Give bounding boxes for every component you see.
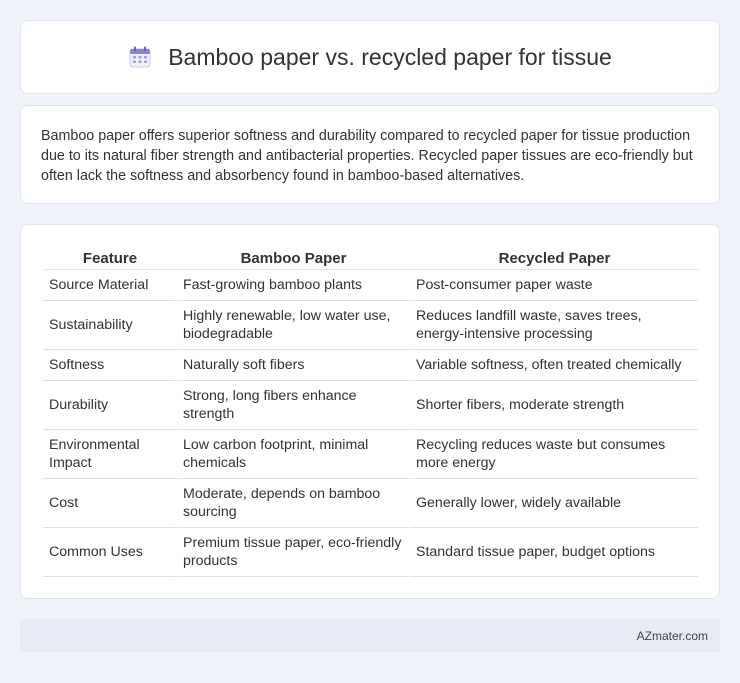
- title-card: Bamboo paper vs. recycled paper for tiss…: [20, 20, 720, 94]
- table-row: Durability Strong, long fibers enhance s…: [43, 381, 699, 430]
- table-row: Softness Naturally soft fibers Variable …: [43, 350, 699, 381]
- recycled-cell: Standard tissue paper, budget options: [410, 528, 699, 577]
- bamboo-cell: Highly renewable, low water use, biodegr…: [177, 301, 410, 350]
- table-row: Common Uses Premium tissue paper, eco-fr…: [43, 528, 699, 577]
- table-header-row: Feature Bamboo Paper Recycled Paper: [43, 245, 699, 270]
- comparison-table: Feature Bamboo Paper Recycled Paper Sour…: [43, 245, 699, 577]
- column-header-bamboo: Bamboo Paper: [177, 245, 410, 270]
- bamboo-cell: Fast-growing bamboo plants: [177, 270, 410, 301]
- feature-cell: Source Material: [43, 270, 177, 301]
- recycled-cell: Variable softness, often treated chemica…: [410, 350, 699, 381]
- bamboo-cell: Low carbon footprint, minimal chemicals: [177, 430, 410, 479]
- table-row: Sustainability Highly renewable, low wat…: [43, 301, 699, 350]
- summary-card: Bamboo paper offers superior softness an…: [20, 105, 720, 204]
- table-row: Environmental Impact Low carbon footprin…: [43, 430, 699, 479]
- feature-cell: Softness: [43, 350, 177, 381]
- recycled-cell: Post-consumer paper waste: [410, 270, 699, 301]
- recycled-cell: Shorter fibers, moderate strength: [410, 381, 699, 430]
- footer-brand[interactable]: AZmater.com: [637, 629, 708, 643]
- bamboo-cell: Naturally soft fibers: [177, 350, 410, 381]
- recycled-cell: Reduces landfill waste, saves trees, ene…: [410, 301, 699, 350]
- recycled-cell: Recycling reduces waste but consumes mor…: [410, 430, 699, 479]
- column-header-recycled: Recycled Paper: [410, 245, 699, 270]
- feature-cell: Common Uses: [43, 528, 177, 577]
- table-row: Cost Moderate, depends on bamboo sourcin…: [43, 479, 699, 528]
- feature-cell: Environmental Impact: [43, 430, 177, 479]
- bamboo-cell: Premium tissue paper, eco-friendly produ…: [177, 528, 410, 577]
- footer: AZmater.com: [20, 619, 720, 652]
- recycled-cell: Generally lower, widely available: [410, 479, 699, 528]
- bamboo-cell: Moderate, depends on bamboo sourcing: [177, 479, 410, 528]
- page-title: Bamboo paper vs. recycled paper for tiss…: [168, 43, 612, 70]
- feature-cell: Cost: [43, 479, 177, 528]
- comparison-table-card: Feature Bamboo Paper Recycled Paper Sour…: [20, 224, 720, 599]
- table-row: Source Material Fast-growing bamboo plan…: [43, 270, 699, 301]
- column-header-feature: Feature: [43, 245, 177, 270]
- calendar-icon: [128, 45, 152, 69]
- feature-cell: Sustainability: [43, 301, 177, 350]
- bamboo-cell: Strong, long fibers enhance strength: [177, 381, 410, 430]
- feature-cell: Durability: [43, 381, 177, 430]
- summary-text: Bamboo paper offers superior softness an…: [41, 128, 693, 184]
